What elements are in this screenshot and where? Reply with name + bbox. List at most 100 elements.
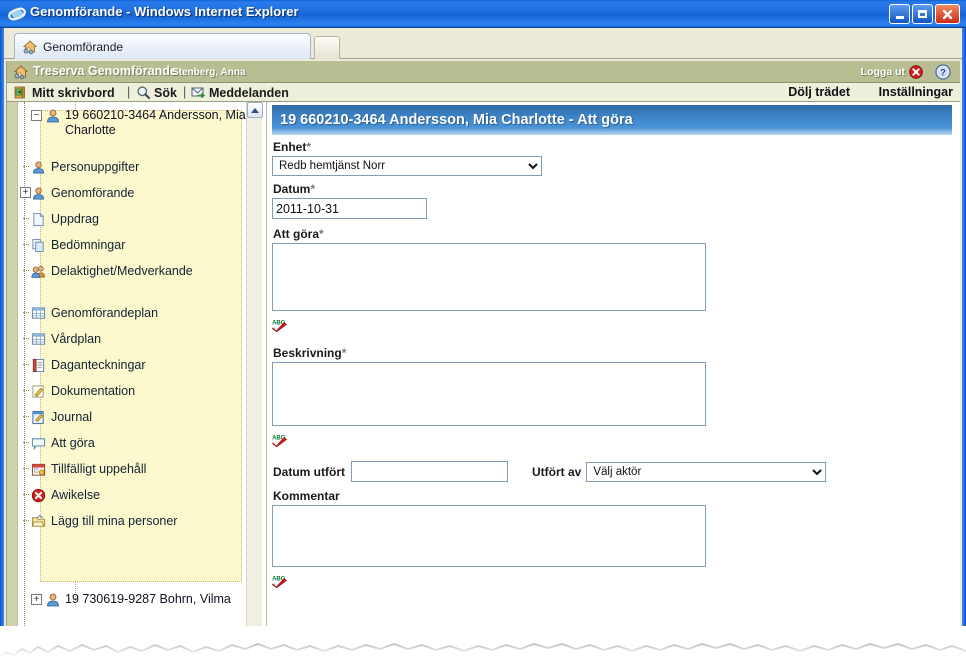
table-grid-icon [31,332,46,347]
close-icon [942,9,953,19]
tree-connector-dash [23,468,29,469]
calendar-icon [31,462,46,477]
kommentar-textarea[interactable] [272,505,706,567]
kommentar-label: Kommentar [273,489,340,503]
help-question-icon[interactable]: ? [935,64,951,80]
internet-explorer-window: Genomförande - Windows Internet Explorer [0,0,966,658]
application-header: Treserva Genomförande Stenberg, Anna Log… [7,61,960,83]
tree-node-root[interactable]: − 19 660210-3464 Andersson, Mia Charlott… [31,108,248,138]
tree-connector-dash [23,364,29,365]
sidebar-item-genomforande[interactable]: + Genomförande [20,185,217,201]
browser-tab[interactable]: Genomförande [14,33,311,59]
sidebar-item-tillfalligt-uppehall[interactable]: Tillfälligt uppehåll [23,461,217,477]
tree-expander-expand[interactable]: + [31,594,42,605]
menu-item-installningar[interactable]: Inställningar [879,85,953,99]
enhet-select[interactable]: Redb hemtjänst Norr [272,156,542,176]
browser-tab-label: Genomförande [43,39,124,54]
utfort-av-select[interactable]: Välj aktör [586,461,827,482]
maximize-button[interactable] [912,4,933,24]
page-title: 19 660210-3464 Andersson, Mia Charlotte … [272,105,952,135]
beskrivning-spellcheck-button[interactable]: ABC [272,433,952,447]
minimize-button[interactable] [889,4,910,24]
close-button[interactable] [935,4,960,24]
sidebar-item-label: Dokumentation [51,384,136,398]
new-tab-button[interactable] [314,36,340,59]
tree-expander-collapse[interactable]: − [31,110,42,121]
web-page-content: Treserva Genomförande Stenberg, Anna Log… [6,61,960,646]
sidebar-item-label: Vårdplan [51,332,102,346]
tree-vertical-scrollbar[interactable] [246,102,263,646]
person-icon [45,592,61,608]
sidebar-item-att-gora[interactable]: Att göra [23,435,217,451]
abc-spellcheck-icon: ABC [272,436,287,447]
tree-connector-dash [23,270,29,271]
sidebar-item-personuppgifter[interactable]: Personuppgifter [23,159,217,175]
form-content-panel: 19 660210-3464 Andersson, Mia Charlotte … [267,102,960,646]
sidebar-item-label: Daganteckningar [51,358,146,372]
sidebar-item-lagg-till-mina-personer[interactable]: Lägg till mina personer [23,513,217,529]
application-title: Treserva Genomförande [33,64,177,78]
abc-spellcheck-icon: ABC [272,577,287,588]
tree-expander-expand[interactable]: + [20,187,31,198]
tree-connector-dash [23,166,29,167]
application-menubar: Mitt skrivbord | Sök | Meddelanden Dölj … [7,83,960,102]
speech-bubble-icon [31,436,46,451]
scroll-up-arrow[interactable] [247,102,263,118]
tree-connector-line [24,102,25,646]
att-gora-spellcheck-button[interactable]: ABC [272,318,952,332]
sidebar-item-label: Bedömningar [51,238,126,252]
search-icon [136,85,151,100]
datum-utfort-input[interactable] [351,461,508,482]
sidebar-item-bedomningar[interactable]: Bedömningar [23,237,217,253]
desktop-exit-icon [14,85,29,100]
sidebar-item-dokumentation[interactable]: Dokumentation [23,383,217,399]
att-gora-label: Att göra* [273,227,324,241]
logout-link[interactable]: Logga ut [861,66,905,78]
table-grid-icon [31,306,46,321]
navigation-tree-panel: − 19 660210-3464 Andersson, Mia Charlott… [7,102,267,646]
sidebar-item-vardplan[interactable]: Vårdplan [23,331,217,347]
menu-item-dolj-tradet[interactable]: Dölj trädet [788,85,850,99]
sidebar-item-delaktighet-medverkande[interactable]: Delaktighet/Medverkande [23,263,217,279]
utfort-av-label: Utfört av [532,464,582,479]
person-icon [31,160,46,175]
sidebar-item-label: Personuppgifter [51,160,140,174]
sidebar-item-label: Genomförandeplan [51,306,159,320]
menu-item-mitt-skrivbord[interactable]: Mitt skrivbord [14,85,115,100]
sidebar-item-label: Awikelse [51,488,101,502]
menu-item-meddelanden[interactable]: Meddelanden [191,85,289,100]
tree-connector-dash [23,390,29,391]
beskrivning-label: Beskrivning* [273,346,347,360]
sidebar-item-label: Delaktighet/Medverkande [51,264,193,278]
page-title-text: 19 660210-3464 Andersson, Mia Charlotte … [280,112,633,128]
person-icon [45,108,61,124]
sidebar-item-journal[interactable]: Journal [23,409,217,425]
sidebar-item-daganteckningar[interactable]: Daganteckningar [23,357,217,373]
tree-node-label: 19 660210-3464 Andersson, Mia Charlotte [65,108,246,137]
home-page-icon [13,64,29,80]
sidebar-item-awikelse[interactable]: Awikelse [23,487,217,503]
tree-connector-dash [23,312,29,313]
menu-separator: | [127,85,131,99]
two-people-icon [31,264,46,279]
pencil-edit-icon [31,384,46,399]
tree-connector-dash [23,442,29,443]
tree-connector-dash [23,520,29,521]
svg-text:?: ? [940,68,946,78]
beskrivning-textarea[interactable] [272,362,706,426]
menu-item-sok[interactable]: Sök [136,85,177,100]
sidebar-item-genomforandeplan[interactable]: Genomförandeplan [23,305,217,321]
document-icon [31,212,46,227]
att-gora-textarea[interactable] [272,243,706,311]
internet-explorer-icon [8,5,26,23]
datum-input[interactable] [272,198,427,219]
tree-scroll-viewport[interactable]: − 19 660210-3464 Andersson, Mia Charlott… [19,102,248,646]
tree-node-sibling[interactable]: + 19 730619-9287 Bohrn, Vilma [31,592,248,608]
close-red-icon[interactable] [909,65,923,79]
sidebar-item-label: Uppdrag [51,212,99,226]
sidebar-item-uppdrag[interactable]: Uppdrag [23,211,217,227]
menu-item-label: Sök [154,85,177,100]
menu-item-label: Meddelanden [209,85,289,100]
kommentar-spellcheck-button[interactable]: ABC [272,574,952,588]
tree-connector-dash [23,494,29,495]
